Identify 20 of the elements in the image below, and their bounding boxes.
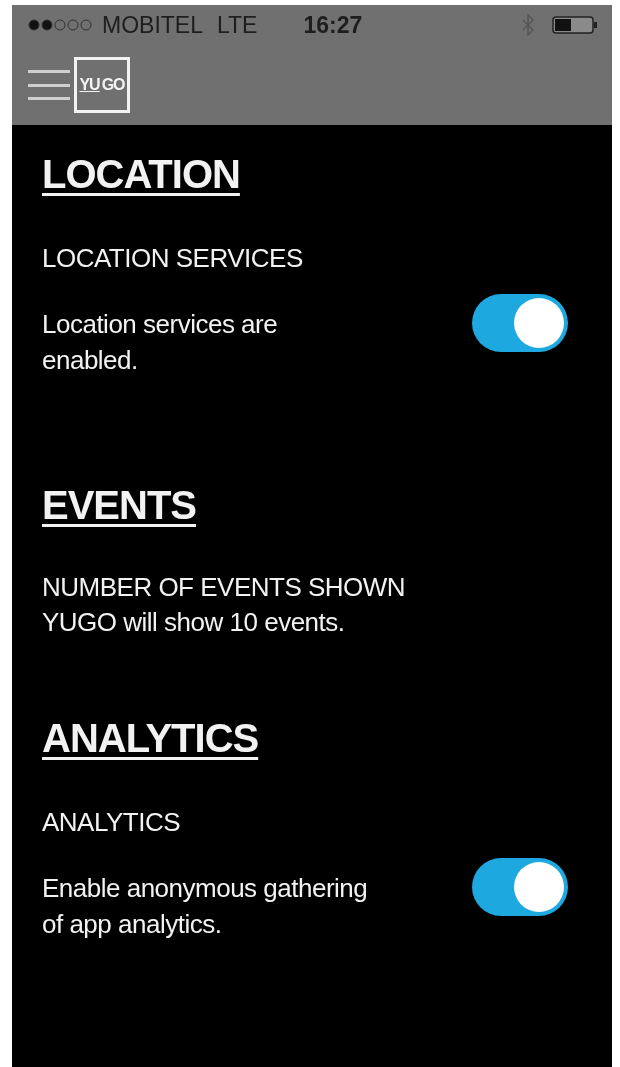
- setting-description: Location services are enabled.: [42, 308, 278, 377]
- logo-text: GO: [101, 76, 125, 94]
- toggle-switch[interactable]: [472, 858, 568, 916]
- setting-description: Enable anonymous gathering of app analytics.: [42, 872, 368, 941]
- setting-label: NUMBER OF EVENTS SHOWN: [42, 572, 406, 602]
- setting-description: YUGO will show 10 events.: [42, 606, 346, 639]
- section-heading: ANALYTICS: [42, 715, 259, 761]
- carrier-name: MOBITEL: [102, 11, 203, 39]
- setting-label: ANALYTICS: [42, 807, 181, 837]
- menu-button[interactable]: [28, 70, 70, 100]
- network-type: LTE: [216, 11, 258, 39]
- battery-icon: [552, 16, 598, 34]
- bluetooth-icon: [522, 14, 534, 36]
- clock-time: 16:27: [303, 11, 363, 39]
- section-heading: EVENTS: [42, 482, 197, 528]
- logo-text: YU: [79, 76, 100, 94]
- section-heading: LOCATION: [42, 151, 240, 197]
- setting-label: LOCATION SERVICES: [42, 243, 303, 273]
- toggle-switch[interactable]: [472, 294, 568, 352]
- signal-dots-icon: [28, 19, 94, 31]
